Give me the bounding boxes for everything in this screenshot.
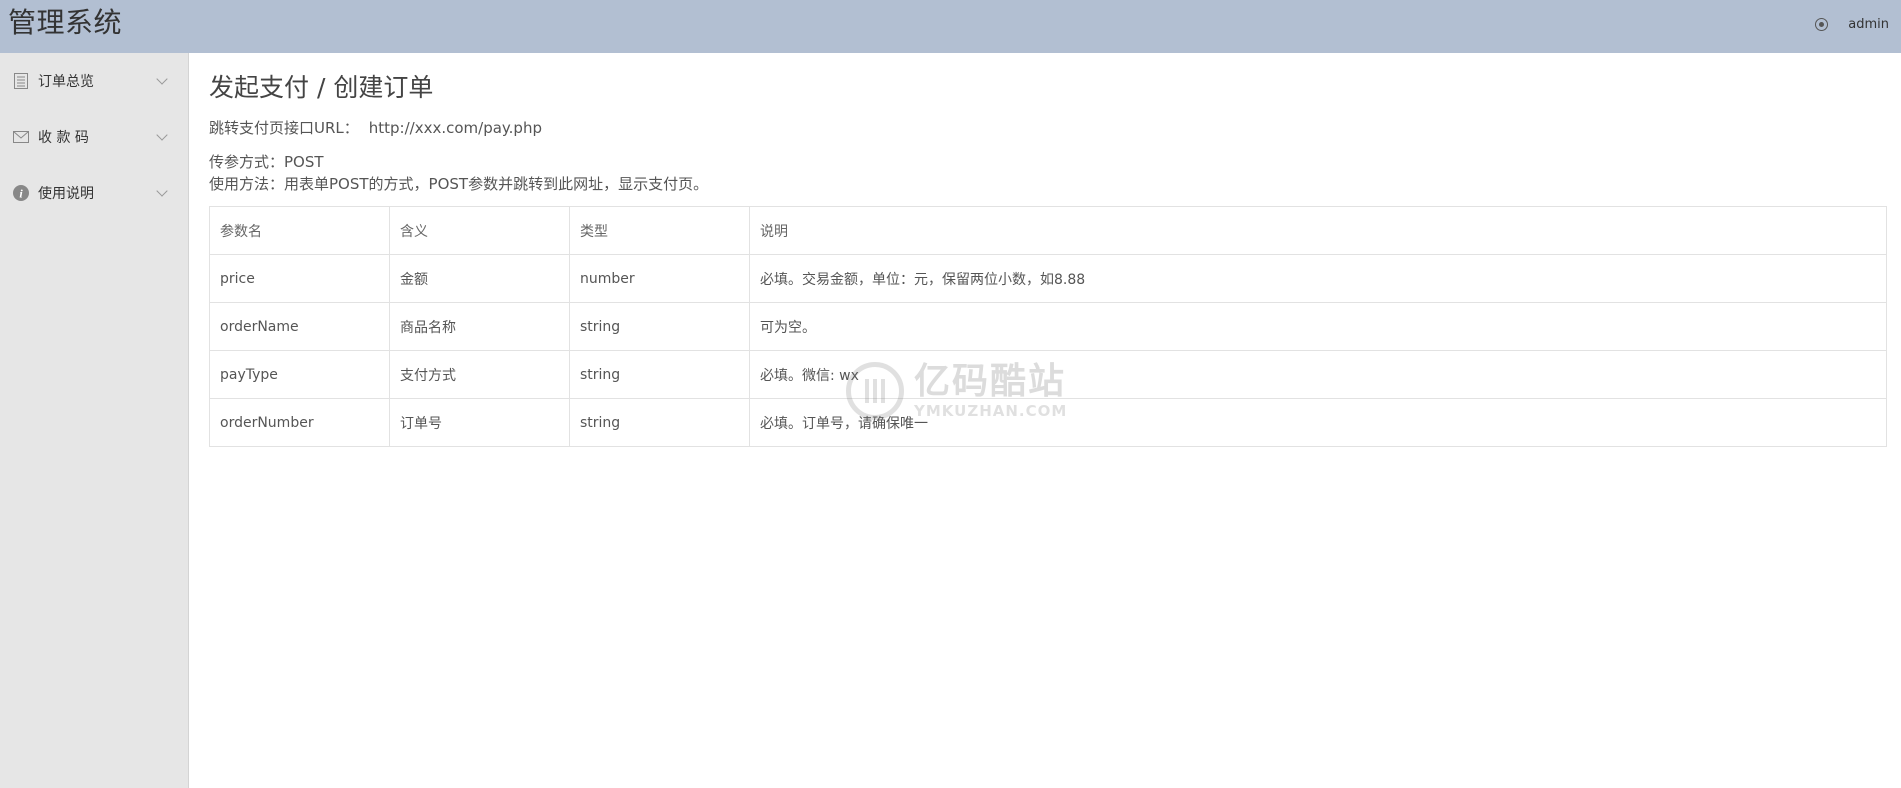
sidebar-item-qrcode[interactable]: 收 款 码	[0, 109, 188, 165]
top-header: 管理系统 admin	[0, 0, 1901, 53]
table-row: orderNumber 订单号 string 必填。订单号，请确保唯一	[209, 398, 1887, 447]
column-header: 说明	[749, 206, 1887, 255]
user-name[interactable]: admin	[1848, 17, 1889, 32]
table-cell: string	[569, 350, 750, 399]
table-row: orderName 商品名称 string 可为空。	[209, 302, 1887, 351]
chevron-down-icon	[156, 73, 168, 85]
table-cell: string	[569, 302, 750, 351]
table-cell: price	[209, 254, 390, 303]
table-cell: string	[569, 398, 750, 447]
chevron-down-icon	[156, 129, 168, 141]
api-url-value: http://xxx.com/pay.php	[368, 119, 542, 137]
user-status-icon[interactable]	[1815, 17, 1829, 31]
table-cell: 金额	[389, 254, 570, 303]
page-title: 发起支付 / 创建订单	[209, 73, 434, 102]
usage-info: 传参方式：POST 使用方法：用表单POST的方式，POST参数并跳转到此网址，…	[209, 151, 1887, 195]
user-area[interactable]: admin	[1815, 14, 1889, 34]
info-icon: i	[13, 185, 29, 201]
sidebar: 订单总览 收 款 码 i 使用说明	[0, 53, 189, 788]
api-url-label: 跳转支付页接口URL：	[209, 119, 359, 137]
table-cell: 订单号	[389, 398, 570, 447]
sidebar-item-orders[interactable]: 订单总览	[0, 53, 188, 109]
mail-icon	[13, 129, 29, 145]
table-cell: orderName	[209, 302, 390, 351]
table-cell: orderNumber	[209, 398, 390, 447]
sidebar-item-label: 使用说明	[38, 186, 94, 202]
main-content: 发起支付 / 创建订单 跳转支付页接口URL： http://xxx.com/pa…	[209, 53, 1887, 447]
table-cell: 必填。交易金额，单位：元，保留两位小数，如8.88	[749, 254, 1887, 303]
table-cell: 必填。微信: wx	[749, 350, 1887, 399]
table-row: price 金额 number 必填。交易金额，单位：元，保留两位小数，如8.8…	[209, 254, 1887, 303]
param-method-line: 传参方式：POST	[209, 153, 324, 171]
sidebar-item-label: 订单总览	[38, 74, 94, 90]
table-row: payType 支付方式 string 必填。微信: wx	[209, 350, 1887, 399]
table-cell: 可为空。	[749, 302, 1887, 351]
table-header-row: 参数名 含义 类型 说明	[209, 206, 1887, 255]
usage-line: 使用方法：用表单POST的方式，POST参数并跳转到此网址，显示支付页。	[209, 175, 709, 193]
table-cell: 商品名称	[389, 302, 570, 351]
table-cell: 支付方式	[389, 350, 570, 399]
table-cell: payType	[209, 350, 390, 399]
column-header: 类型	[569, 206, 750, 255]
table-cell: number	[569, 254, 750, 303]
sidebar-item-help[interactable]: i 使用说明	[0, 165, 188, 221]
app-title: 管理系统	[8, 6, 123, 39]
params-table: 参数名 含义 类型 说明 price 金额 number 必填。交易金额，单位：…	[209, 206, 1887, 447]
api-url-line: 跳转支付页接口URL： http://xxx.com/pay.php	[209, 117, 1887, 139]
column-header: 含义	[389, 206, 570, 255]
list-icon	[13, 73, 29, 89]
sidebar-item-label: 收 款 码	[38, 130, 89, 146]
table-cell: 必填。订单号，请确保唯一	[749, 398, 1887, 447]
column-header: 参数名	[209, 206, 390, 255]
chevron-down-icon	[156, 185, 168, 197]
